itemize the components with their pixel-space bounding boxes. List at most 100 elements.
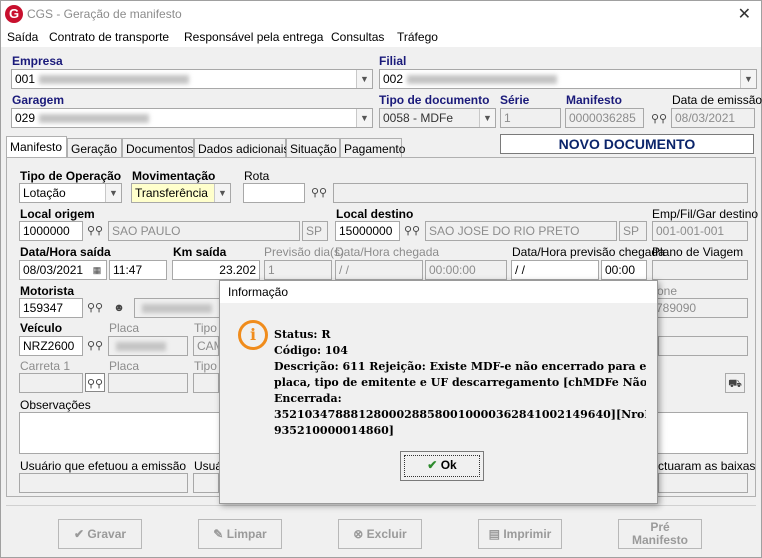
tipo2-label: Tipo <box>194 359 217 373</box>
local-origem-label: Local origem <box>20 207 95 221</box>
binoculars-icon[interactable]: ⚲⚲ <box>309 183 329 203</box>
tipo-field: CAM <box>193 336 219 356</box>
movimentacao-select[interactable]: Transferência ▼ <box>131 183 231 203</box>
printer-icon: ▤ <box>488 527 504 541</box>
binoculars-icon[interactable]: ⚲⚲ <box>649 109 669 129</box>
filial-label: Filial <box>379 54 407 68</box>
carreta-label: Carreta 1 <box>20 359 71 373</box>
km-saida-label: Km saída <box>173 245 227 259</box>
chevron-down-icon: ▼ <box>214 184 230 202</box>
tab-dados-adicionais[interactable]: Dados adicionais <box>194 138 289 158</box>
placa2-field <box>108 373 188 393</box>
veiculo-code[interactable]: NRZ2600 <box>19 336 83 356</box>
usuario-emissao-label: Usuário que efetuou a emissão <box>20 459 187 473</box>
garagem-label: Garagem <box>12 93 65 107</box>
menu-bar: Saída Contrato de transporte Responsável… <box>1 27 761 47</box>
tipo-label: Tipo <box>194 321 217 335</box>
tipo-operacao-label: Tipo de Operação <box>20 169 122 183</box>
calendar-icon[interactable]: ▦ <box>87 260 107 280</box>
serie-label: Série <box>500 93 530 107</box>
close-icon[interactable]: ✕ <box>738 4 751 24</box>
local-destino-code[interactable]: 15000000 <box>335 221 400 241</box>
hora-chegada-field: 00:00:00 <box>425 260 507 280</box>
movimentacao-label: Movimentação <box>132 169 216 183</box>
telefone-field: 789090 <box>652 298 748 318</box>
dialog-message: Status: R Código: 104 Descrição: 611 Rej… <box>274 328 646 437</box>
telefone-label: one <box>657 284 678 298</box>
tipo-doc-select[interactable]: 0058 - MDFe ▼ <box>379 108 496 128</box>
plano-viagem-field <box>652 260 748 280</box>
tipo2-field <box>193 373 219 393</box>
km-saida-field[interactable]: 23.202 <box>172 260 260 280</box>
chevron-down-icon: ▼ <box>356 70 372 88</box>
window-title: CGS - Geração de manifesto <box>27 7 182 21</box>
gravar-button[interactable]: ✔ Gravar <box>58 519 142 549</box>
menu-saida[interactable]: Saída <box>7 30 38 44</box>
emp-fil-gar-label: Emp/Fil/Gar destino <box>652 207 759 221</box>
ok-button[interactable]: ✔ Ok <box>400 451 484 481</box>
previsao-field: 1 <box>264 260 332 280</box>
limpar-button[interactable]: ✎ Limpar <box>198 519 282 549</box>
chevron-down-icon: ▼ <box>479 109 495 127</box>
tab-manifesto[interactable]: Manifesto <box>6 136 67 158</box>
observacoes-label: Observações <box>20 398 91 412</box>
excluir-button[interactable]: ⊗ Excluir <box>338 519 422 549</box>
placa2-label: Placa <box>109 359 140 373</box>
data-emissao-label: Data de emissão <box>672 93 762 107</box>
plano-viagem-label: Plano de Viagem <box>652 245 744 259</box>
emp-fil-gar-field: 001-001-001 <box>652 221 748 241</box>
driver-icon[interactable]: ☻ <box>109 298 129 318</box>
info-icon: i <box>238 320 268 350</box>
menu-responsavel[interactable]: Responsável pela entrega <box>184 30 323 44</box>
menu-trafego[interactable]: Tráfego <box>397 30 438 44</box>
empresa-select[interactable]: 001 ▼ <box>11 69 373 89</box>
data-saida-label: Data/Hora saída <box>20 245 111 259</box>
local-origem-code[interactable]: 1000000 <box>19 221 83 241</box>
previsao-chegada-date[interactable]: / / <box>511 260 599 280</box>
truck-icon[interactable]: ⛟ <box>725 373 745 393</box>
placa-label: Placa <box>109 321 140 335</box>
pre-manifesto-button[interactable]: Pré Manifesto <box>618 519 702 549</box>
usuario2-field <box>193 473 219 493</box>
motorista-code[interactable]: 159347 <box>19 298 83 318</box>
title-bar: G CGS - Geração de manifesto ✕ <box>1 1 761 27</box>
binoculars-icon[interactable]: ⚲⚲ <box>402 221 422 241</box>
chevron-down-icon: ▼ <box>356 109 372 127</box>
binoculars-icon[interactable]: ⚲⚲ <box>85 373 105 392</box>
previsao-chegada-time[interactable]: 00:00 <box>601 260 647 280</box>
binoculars-icon[interactable]: ⚲⚲ <box>85 336 105 356</box>
data-emissao-field[interactable]: 08/03/2021 <box>671 108 755 128</box>
manifesto-field[interactable]: 0000036285 <box>565 108 644 128</box>
menu-consultas[interactable]: Consultas <box>331 30 384 44</box>
focus-outline <box>404 455 480 477</box>
empresa-label: Empresa <box>12 54 63 68</box>
tipo-operacao-select[interactable]: Lotação ▼ <box>19 183 122 203</box>
hora-saida-field[interactable]: 11:47 <box>109 260 167 280</box>
tab-pagamento[interactable]: Pagamento <box>340 138 405 158</box>
filial-select[interactable]: 002 ▼ <box>379 69 757 89</box>
garagem-select[interactable]: 029 ▼ <box>11 108 373 128</box>
tab-geracao[interactable]: Geração <box>67 138 122 158</box>
rota-field[interactable] <box>243 183 305 203</box>
usuario-emissao-field <box>19 473 188 493</box>
baixas-label: ctuaram as baixas <box>658 459 756 473</box>
tab-situacao[interactable]: Situação <box>286 138 340 158</box>
rota-description <box>333 183 748 203</box>
main-window: G CGS - Geração de manifesto ✕ Saída Con… <box>0 0 762 558</box>
dialog-title: Informação <box>220 281 657 303</box>
local-destino-uf: SP <box>619 221 647 241</box>
chevron-down-icon: ▼ <box>740 70 756 88</box>
carreta-code[interactable] <box>19 373 83 393</box>
binoculars-icon[interactable]: ⚲⚲ <box>85 221 105 241</box>
usuario2-label: Usuá <box>194 459 223 473</box>
binoculars-icon[interactable]: ⚲⚲ <box>85 298 105 318</box>
delete-icon: ⊗ <box>353 527 367 541</box>
menu-contrato[interactable]: Contrato de transporte <box>49 30 169 44</box>
app-logo: G <box>5 5 23 23</box>
check-icon: ✔ <box>73 527 88 541</box>
serie-field[interactable]: 1 <box>500 108 561 128</box>
tab-documentos[interactable]: Documentos <box>122 138 194 158</box>
imprimir-button[interactable]: ▤ Imprimir <box>478 519 562 549</box>
previsao-chegada-label: Data/Hora previsão chegada <box>512 245 665 259</box>
rota-label: Rota <box>244 169 270 183</box>
